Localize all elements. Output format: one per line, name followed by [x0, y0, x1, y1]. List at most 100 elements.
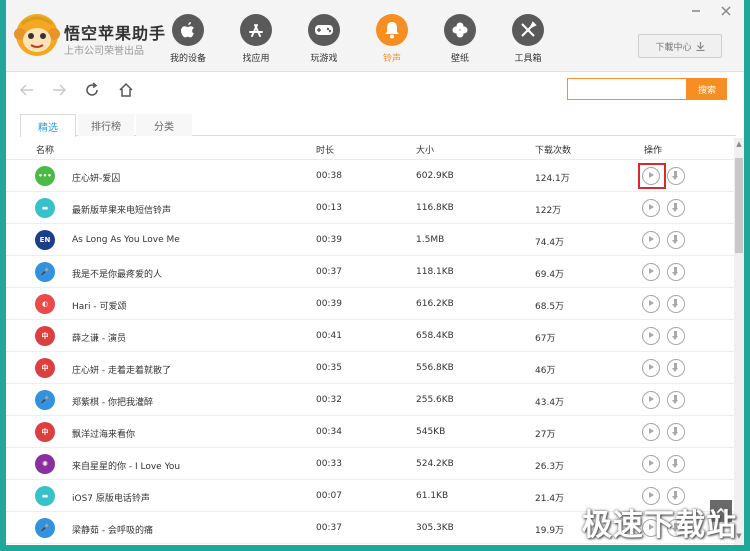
- play-icon[interactable]: [642, 295, 660, 313]
- message-icon: ▬: [35, 486, 55, 506]
- main-nav: 我的设备 找应用 玩游戏 铃声 壁纸 工具箱: [154, 10, 562, 70]
- close-icon[interactable]: [719, 4, 733, 18]
- download-icon[interactable]: [667, 391, 685, 409]
- home-icon[interactable]: [117, 81, 135, 99]
- ringtone-duration: 00:41: [316, 331, 342, 341]
- ringtone-downloads: 27万: [535, 430, 556, 440]
- download-arrow-icon: [696, 41, 704, 51]
- nav-item-ringtones[interactable]: 铃声: [358, 10, 426, 70]
- download-icon[interactable]: [667, 231, 685, 249]
- ringtone-downloads: 43.4万: [535, 398, 565, 408]
- brand-title: 悟空苹果助手: [64, 24, 167, 43]
- microphone-icon: 🎤: [35, 390, 55, 410]
- download-icon[interactable]: [667, 295, 685, 313]
- play-icon[interactable]: [642, 455, 660, 473]
- download-icon[interactable]: [667, 199, 685, 217]
- clover-icon: [444, 14, 476, 46]
- search-button[interactable]: 搜索: [687, 78, 727, 100]
- table-row[interactable]: 中 庄心妍 - 走着走着就散了 00:35 556.8KB 46万: [6, 352, 734, 384]
- tools-icon: [512, 14, 544, 46]
- download-icon[interactable]: [667, 423, 685, 441]
- download-icon[interactable]: [667, 327, 685, 345]
- header-bar: 悟空苹果助手 上市公司荣誉出品 我的设备 找应用 玩游戏 铃声 壁纸 工具箱 下…: [6, 0, 744, 72]
- ringtone-duration: 00:32: [316, 395, 342, 405]
- table-row[interactable]: ◐ Hari - 可爱颂 00:39 616.2KB 68.5万: [6, 288, 734, 320]
- ringtone-duration: 00:37: [316, 267, 342, 277]
- download-icon[interactable]: [667, 359, 685, 377]
- ringtone-duration: 00:39: [316, 235, 342, 245]
- tab-featured[interactable]: 精选: [20, 114, 76, 137]
- table-row[interactable]: 🎤 郑紫棋 - 你把我灌醉 00:32 255.6KB 43.4万: [6, 384, 734, 416]
- play-icon[interactable]: [642, 167, 660, 185]
- table-row[interactable]: ••• 庄心妍-爱囚 00:38 602.9KB 124.1万: [6, 160, 734, 192]
- play-icon[interactable]: [642, 231, 660, 249]
- brand-subtitle: 上市公司荣誉出品: [64, 46, 144, 57]
- download-icon[interactable]: [667, 167, 685, 185]
- ringtone-size: 658.4KB: [416, 331, 454, 341]
- tab-bar: 精选 排行榜 分类: [20, 114, 736, 137]
- table-row[interactable]: ▬ 最新版苹果来电短信铃声 00:13 116.8KB 122万: [6, 192, 734, 224]
- nav-item-find-apps[interactable]: 找应用: [222, 10, 290, 70]
- play-icon[interactable]: [642, 423, 660, 441]
- play-icon[interactable]: [642, 391, 660, 409]
- ringtone-downloads: 19.9万: [535, 526, 565, 536]
- nav-label: 找应用: [242, 54, 270, 64]
- gamepad-icon: [308, 14, 340, 46]
- bell-icon: [376, 14, 408, 46]
- ringtone-size: 524.2KB: [416, 459, 454, 469]
- forward-arrow-icon[interactable]: [50, 81, 68, 99]
- nav-label: 玩游戏: [310, 54, 338, 64]
- ringtone-downloads: 46万: [535, 366, 556, 376]
- ringtone-duration: 00:39: [316, 299, 342, 309]
- chinese-badge-icon: 中: [35, 358, 55, 378]
- pokeball-icon: ◐: [35, 294, 55, 314]
- download-icon[interactable]: [667, 263, 685, 281]
- microphone-icon: 🎤: [35, 262, 55, 282]
- table-row[interactable]: 🎤 我是不是你最疼爱的人 00:37 118.1KB 69.4万: [6, 256, 734, 288]
- scroll-thumb[interactable]: [735, 158, 743, 253]
- search-input[interactable]: [567, 78, 687, 100]
- play-icon[interactable]: [642, 199, 660, 217]
- nav-label: 铃声: [382, 54, 401, 64]
- nav-item-my-device[interactable]: 我的设备: [154, 10, 222, 70]
- play-icon[interactable]: [642, 263, 660, 281]
- ringtone-name: iOS7 原版电话铃声: [72, 494, 150, 504]
- table-row[interactable]: 中 薛之谦 - 演员 00:41 658.4KB 67万: [6, 320, 734, 352]
- table-row[interactable]: 中 飘洋过海来看你 00:34 545KB 27万: [6, 416, 734, 448]
- play-icon[interactable]: [642, 359, 660, 377]
- watermark: 极速下载站: [582, 508, 737, 543]
- tab-category[interactable]: 分类: [136, 114, 192, 136]
- chat-dots-icon: •••: [35, 166, 55, 186]
- refresh-icon[interactable]: [83, 81, 101, 99]
- ringtone-downloads: 124.1万: [535, 174, 570, 184]
- nav-item-games[interactable]: 玩游戏: [290, 10, 358, 70]
- ringtone-name: 飘洋过海来看你: [72, 430, 136, 440]
- ringtone-size: 116.8KB: [416, 203, 454, 213]
- apple-icon: [172, 14, 204, 46]
- column-header-downloads: 下载次数: [535, 146, 572, 156]
- table-row[interactable]: ✺ 来自星星的你 - I Love You 00:33 524.2KB 26.3万: [6, 448, 734, 480]
- column-header-size: 大小: [416, 146, 435, 156]
- download-center-button[interactable]: 下載中心: [638, 34, 722, 58]
- ringtone-downloads: 67万: [535, 334, 556, 344]
- scroll-up-icon[interactable]: ▲: [735, 140, 743, 150]
- app-window: 悟空苹果助手 上市公司荣誉出品 我的设备 找应用 玩游戏 铃声 壁纸 工具箱 下…: [6, 0, 744, 545]
- chinese-badge-icon: 中: [35, 326, 55, 346]
- nav-item-toolbox[interactable]: 工具箱: [494, 10, 562, 70]
- back-arrow-icon[interactable]: [18, 81, 36, 99]
- minimize-icon[interactable]: [689, 4, 703, 18]
- ringtone-size: 616.2KB: [416, 299, 454, 309]
- play-icon[interactable]: [642, 327, 660, 345]
- monkey-logo-icon: [14, 14, 60, 56]
- column-header-actions: 操作: [644, 146, 663, 156]
- ringtone-name: 梁静茹 - 会呼吸的痛: [72, 526, 153, 536]
- tab-ranking[interactable]: 排行榜: [78, 114, 134, 136]
- nav-item-wallpapers[interactable]: 壁纸: [426, 10, 494, 70]
- ringtone-duration: 00:33: [316, 459, 342, 469]
- vertical-scrollbar[interactable]: ▲ ▼: [734, 138, 744, 545]
- microphone-icon: 🎤: [35, 518, 55, 538]
- download-icon[interactable]: [667, 455, 685, 473]
- ringtone-duration: 00:35: [316, 363, 342, 373]
- ringtone-name: Hari - 可爱颂: [72, 302, 127, 312]
- table-row[interactable]: EN As Long As You Love Me 00:39 1.5MB 74.4万: [6, 224, 734, 256]
